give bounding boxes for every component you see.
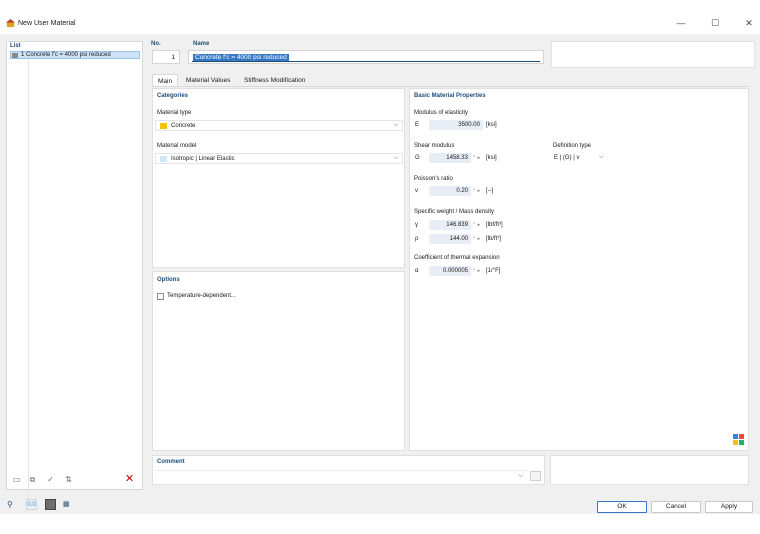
chevron-down-icon: ⌵	[393, 122, 398, 128]
alpha-input[interactable]: 0.000005	[429, 266, 471, 276]
search-icon[interactable]: ⚲	[7, 499, 18, 510]
rho-input[interactable]: 144.00	[429, 234, 471, 244]
concrete-swatch-icon	[160, 123, 167, 129]
list-item[interactable]: 1 Concrete f'c = 4000 psi reduced	[10, 51, 140, 59]
options-title: Options	[157, 277, 180, 283]
comment-title: Comment	[157, 459, 185, 465]
comment-panel: Comment ⌵	[152, 455, 545, 485]
g-spin-icon[interactable]: ⌃ ▸	[472, 155, 480, 161]
model-swatch-icon	[160, 156, 167, 162]
color-palette-icon[interactable]	[733, 434, 744, 445]
shear-label: Shear modulus	[414, 143, 455, 149]
new-item-icon[interactable]: ▭	[11, 474, 22, 485]
nu-spin-icon[interactable]: ⌃ ▸	[472, 188, 480, 194]
material-type-label: Material type	[157, 110, 192, 116]
tab-separator	[152, 86, 749, 87]
no-label: No.	[151, 41, 161, 47]
weight-label: Specific weight / Mass density	[414, 209, 495, 215]
gamma-spin-icon[interactable]: ⌃ ▸	[472, 222, 480, 228]
ok-button[interactable]: OK	[597, 501, 647, 513]
chevron-down-icon: ⌵	[393, 155, 398, 161]
cancel-button[interactable]: Cancel	[651, 501, 701, 513]
categories-panel: Categories Material type Concrete ⌵ Mate…	[152, 88, 405, 268]
comment-side-panel	[550, 455, 749, 485]
alpha-spin-icon[interactable]: ⌃ ▸	[472, 268, 480, 274]
list-header: List	[10, 43, 21, 49]
nu-symbol: ν	[415, 188, 418, 194]
categories-title: Categories	[157, 93, 189, 99]
rho-symbol: ρ	[415, 236, 419, 242]
copy-item-icon[interactable]: ⧉	[27, 474, 38, 485]
g-unit: [ksi]	[486, 155, 497, 161]
maximize-button[interactable]: ☐	[708, 16, 722, 30]
g-symbol: G	[415, 155, 420, 161]
rho-spin-icon[interactable]: ⌃ ▸	[472, 236, 480, 242]
close-button[interactable]: ✕	[742, 16, 756, 30]
minimize-button[interactable]: —	[674, 16, 688, 30]
comment-library-icon[interactable]	[530, 471, 541, 481]
material-model-dropdown[interactable]: Isotropic | Linear Elastic ⌵	[155, 153, 403, 164]
basic-properties-title: Basic Material Properties	[414, 93, 486, 99]
g-input[interactable]: 1458.33	[429, 153, 471, 163]
check-item-icon[interactable]: ✓	[45, 474, 56, 485]
nu-unit: [--]	[486, 188, 494, 194]
gamma-unit: [lbf/ft³]	[486, 222, 503, 228]
nu-input[interactable]: 0.20	[429, 186, 471, 196]
thermal-label: Coefficient of thermal expansion	[414, 255, 500, 261]
chevron-down-icon: ⌵	[599, 154, 604, 160]
window-title: New User Material	[18, 20, 76, 27]
name-underline	[192, 61, 540, 62]
list-divider	[28, 60, 29, 500]
definition-type-label: Definition type	[553, 143, 592, 149]
preview-panel	[551, 41, 755, 68]
name-field[interactable]: Concrete f'c = 4000 psi reduced	[188, 50, 544, 64]
chevron-down-icon: ⌵	[518, 473, 523, 479]
material-swatch-icon	[12, 53, 18, 58]
poisson-label: Poisson's ratio	[414, 176, 453, 182]
comment-input[interactable]: ⌵	[155, 470, 527, 482]
gamma-input[interactable]: 146.839	[429, 220, 471, 230]
material-library-icon[interactable]: ▦	[63, 499, 74, 510]
title-bar: New User Material — ☐ ✕	[0, 0, 760, 34]
e-unit: [ksi]	[486, 122, 497, 128]
temperature-dependent-label: Temperature-dependent...	[167, 293, 237, 299]
modulus-label: Modulus of elasticity	[414, 110, 469, 116]
definition-type-dropdown[interactable]: E | (G) | ν ⌵	[553, 153, 611, 164]
e-input[interactable]: 3500.00	[429, 120, 483, 130]
rho-unit: [lb/ft³]	[486, 236, 502, 242]
material-model-label: Material model	[157, 143, 197, 149]
apply-button[interactable]: Apply	[705, 501, 753, 513]
list-item-label: 1 Concrete f'c = 4000 psi reduced	[21, 52, 111, 58]
e-symbol: E	[415, 122, 420, 128]
color-icon[interactable]	[45, 499, 56, 510]
temperature-dependent-checkbox[interactable]	[157, 293, 164, 300]
units-icon[interactable]: 0.0	[26, 499, 37, 510]
options-panel: Options Temperature-dependent...	[152, 271, 405, 451]
alpha-symbol: α	[415, 268, 419, 274]
name-label: Name	[193, 41, 210, 47]
list-panel: List 1 Concrete f'c = 4000 psi reduced	[6, 41, 143, 500]
material-icon	[6, 19, 15, 28]
alpha-unit: [1/°F]	[486, 268, 501, 274]
gamma-symbol: γ	[415, 222, 418, 228]
material-type-dropdown[interactable]: Concrete ⌵	[155, 120, 403, 131]
basic-properties-panel: Basic Material Properties Modulus of ela…	[409, 88, 749, 451]
number-field[interactable]: 1	[152, 50, 180, 64]
delete-icon[interactable]: ✕	[124, 474, 135, 485]
sort-item-icon[interactable]: ⇅	[63, 474, 74, 485]
